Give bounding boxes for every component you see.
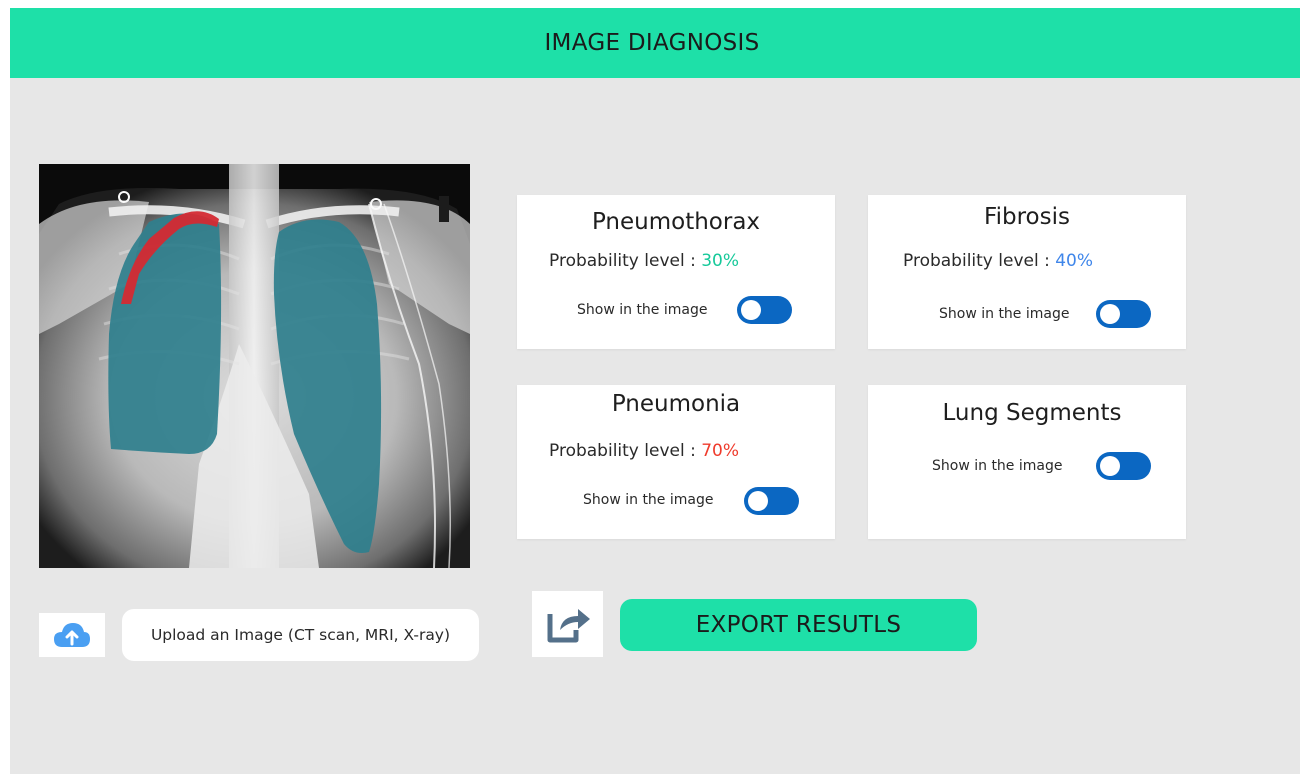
probability-value: 30% (701, 251, 740, 271)
probability-value: 40% (1055, 251, 1094, 271)
probability-label: Probability level : (549, 441, 696, 461)
lung-segments-toggle[interactable] (1096, 452, 1151, 480)
xray-svg (39, 164, 470, 568)
export-results-button[interactable]: EXPORT RESUTLS (620, 599, 977, 651)
probability-text: Probability level : 40% (903, 251, 1093, 271)
card-title: Pneumothorax (591, 209, 761, 235)
upload-label: Upload an Image (CT scan, MRI, X-ray) (150, 626, 451, 644)
probability-label: Probability level : (903, 251, 1050, 271)
probability-text: Probability level : 70% (549, 441, 739, 461)
card-pneumothorax: Pneumothorax Probability level : 30% Sho… (517, 195, 835, 349)
probability-value: 70% (701, 441, 740, 461)
cloud-upload-icon (54, 623, 90, 647)
card-pneumonia: Pneumonia Probability level : 70% Show i… (517, 385, 835, 539)
pneumonia-toggle[interactable] (744, 487, 799, 515)
toggle-knob (741, 300, 761, 320)
app-window: IMAGE DIAGNOSIS Pneumothorax Probability… (10, 8, 1300, 774)
upload-button[interactable] (39, 613, 105, 657)
show-in-image-label: Show in the image (939, 306, 1070, 322)
pneumothorax-toggle[interactable] (737, 296, 792, 324)
xray-image (39, 164, 470, 568)
show-in-image-label: Show in the image (577, 302, 708, 318)
toggle-knob (1100, 304, 1120, 324)
toggle-knob (748, 491, 768, 511)
card-title: Lung Segments (942, 400, 1122, 426)
export-icon-button[interactable] (532, 591, 603, 657)
export-label: EXPORT RESUTLS (695, 612, 902, 638)
card-title: Pneumonia (611, 391, 741, 417)
upload-field[interactable]: Upload an Image (CT scan, MRI, X-ray) (122, 609, 479, 661)
card-title: Fibrosis (984, 204, 1070, 230)
toggle-knob (1100, 456, 1120, 476)
share-export-icon (547, 609, 590, 643)
header-bar: IMAGE DIAGNOSIS (10, 8, 1300, 78)
page-title: IMAGE DIAGNOSIS (544, 30, 760, 56)
probability-label: Probability level : (549, 251, 696, 271)
probability-text: Probability level : 30% (549, 251, 739, 271)
card-fibrosis: Fibrosis Probability level : 40% Show in… (868, 195, 1186, 349)
show-in-image-label: Show in the image (932, 458, 1063, 474)
show-in-image-label: Show in the image (583, 492, 714, 508)
fibrosis-toggle[interactable] (1096, 300, 1151, 328)
card-lung-segments: Lung Segments Show in the image (868, 385, 1186, 539)
